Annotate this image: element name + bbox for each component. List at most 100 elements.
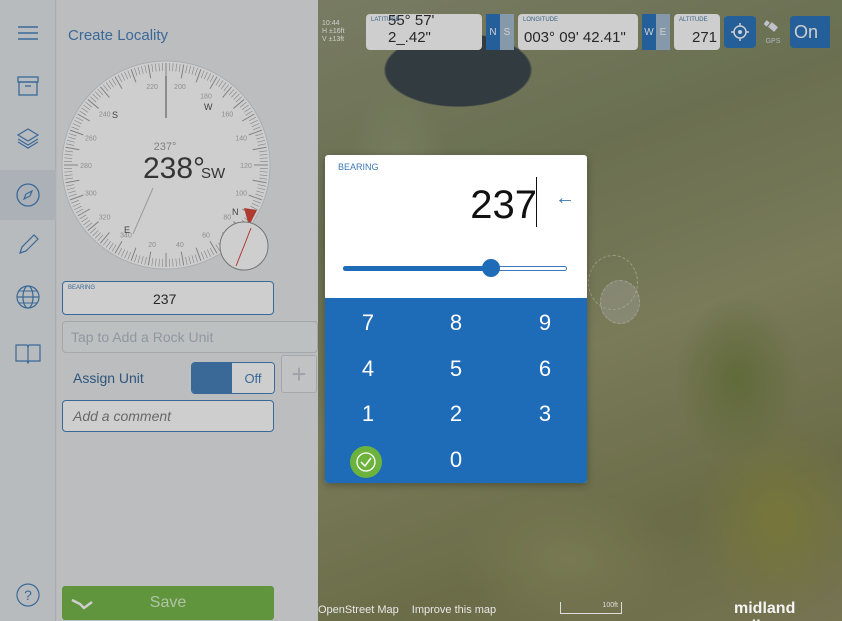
backspace-icon[interactable]: ← (555, 187, 575, 210)
west-button[interactable]: W (642, 14, 656, 50)
compass-dial[interactable]: 220 2001801601401201008060402034032030028… (61, 58, 271, 272)
map-attribution-text[interactable]: OpenStreet Map (318, 604, 399, 616)
bearing-value: 237 (153, 291, 177, 307)
east-button[interactable]: E (656, 14, 670, 50)
toggle-knob (192, 363, 232, 393)
locate-button[interactable] (724, 16, 756, 48)
key-8[interactable]: 8 (416, 310, 496, 336)
bearing-field[interactable]: BEARING 237 (62, 281, 274, 315)
hamburger-menu-icon (18, 26, 38, 40)
compass-ring-number: 140 (235, 136, 247, 143)
layers-icon (16, 128, 40, 149)
key-5[interactable]: 5 (416, 356, 496, 382)
toggle-state: Off (232, 363, 274, 393)
gps-bar: 10:44 H ±16ft V ±13ft LATITUDE 55° 57' 2… (318, 12, 842, 52)
compass-ring-number: 20 (148, 242, 156, 249)
longitude-label: LONGITUDE (523, 17, 559, 23)
locality-panel: Create Locality 220 200 180 160 140 120 100 80 6… (57, 0, 318, 621)
help-icon: ? (16, 583, 40, 607)
compass-ring-number: 80 (223, 214, 231, 221)
compass-ring-number: 300 (85, 190, 97, 197)
brand-logo: midland valley (734, 600, 796, 621)
compass-direction: SW (201, 165, 226, 182)
globe-button[interactable] (0, 272, 56, 322)
key-7[interactable]: 7 (328, 310, 408, 336)
north-button[interactable]: N (486, 14, 500, 50)
pencil-icon (19, 234, 39, 254)
assign-unit-toggle[interactable]: Off (191, 362, 275, 394)
gps-indicator: GPS (760, 19, 786, 45)
compass-ring-number: 40 (176, 242, 184, 249)
crosshair-icon (731, 23, 749, 41)
compass-cardinal-s: S (112, 110, 118, 120)
lat-hemisphere-toggle[interactable]: N S (486, 14, 514, 50)
notebook-button[interactable] (0, 328, 56, 378)
gps-v-accuracy: V ±13ft (322, 36, 345, 43)
text-cursor (536, 177, 537, 227)
key-0[interactable]: 0 (416, 447, 496, 473)
compass-ring-number: 220 (146, 84, 158, 91)
south-button[interactable]: S (500, 14, 514, 50)
key-1[interactable]: 1 (328, 401, 408, 427)
icon-rail: ? (0, 0, 56, 621)
altitude-value: 271 (692, 29, 718, 46)
gps-time: 10:44 (322, 20, 340, 27)
key-9[interactable]: 9 (505, 310, 585, 336)
bearing-label: BEARING (68, 285, 96, 291)
longitude-field[interactable]: LONGITUDE 003° 09' 42.41" (518, 14, 638, 50)
compass-ring-number: 200 (174, 84, 186, 91)
key-4[interactable]: 4 (328, 356, 408, 382)
compass-ring-number: 60 (202, 232, 210, 239)
key-6[interactable]: 6 (505, 356, 585, 382)
compass-ring-number: 160 (221, 112, 233, 119)
svg-text:?: ? (24, 587, 32, 603)
lon-hemisphere-toggle[interactable]: W E (642, 14, 670, 50)
map-scale: 100ft (560, 602, 622, 614)
rock-unit-input[interactable]: Tap to Add a Rock Unit (62, 321, 318, 353)
save-label: Save (149, 594, 187, 611)
comment-input[interactable]: Add a comment (62, 400, 274, 432)
latitude-label: LATITUDE (371, 17, 400, 23)
key-2[interactable]: 2 (416, 401, 496, 427)
key-3[interactable]: 3 (505, 401, 585, 427)
compass-ring-number: 240 (99, 112, 111, 119)
latitude-value: 55° 57' 2_.42" (388, 12, 435, 46)
altitude-field[interactable]: ALTITUDE 271 (674, 14, 720, 50)
layers-button[interactable] (0, 113, 56, 163)
compass-ring-number: 320 (99, 214, 111, 221)
dialog-label: BEARING (338, 162, 379, 172)
bearing-dialog: BEARING 237 ← 7 8 9 4 5 6 1 2 3 0 (325, 155, 587, 483)
menu-button[interactable] (0, 8, 56, 58)
compass-cardinal-e: E (124, 225, 130, 235)
improve-map-link[interactable]: Improve this map (412, 604, 496, 616)
compass-icon (16, 183, 40, 207)
book-icon (15, 344, 41, 364)
dialog-value: 237 (470, 183, 537, 227)
compass-ring-number: 260 (85, 136, 97, 143)
compass-ring-number: 180 (200, 94, 212, 101)
compass-ring-number: 120 (240, 163, 252, 170)
gps-accuracy: 10:44 H ±16ft V ±13ft (322, 20, 362, 44)
assign-unit-label: Assign Unit (73, 370, 144, 386)
draw-button[interactable] (0, 220, 56, 270)
archive-button[interactable] (0, 61, 56, 111)
add-unit-button[interactable]: + (281, 355, 317, 393)
gps-toggle[interactable]: On (790, 16, 830, 48)
compass-ring-number: 280 (80, 163, 92, 170)
save-button[interactable]: Save (62, 586, 274, 620)
map-accuracy-circle (600, 280, 640, 324)
satellite-icon (763, 19, 778, 32)
gps-label: GPS (765, 37, 781, 45)
compass-ring-number: 100 (235, 190, 247, 197)
longitude-value: 003° 09' 42.41" (524, 29, 626, 46)
compass-button[interactable] (0, 170, 56, 220)
bearing-slider-handle[interactable] (481, 259, 500, 277)
compass-cardinal-w: W (204, 102, 213, 112)
confirm-button[interactable] (350, 446, 382, 478)
bearing-slider-fill (343, 266, 491, 271)
altitude-label: ALTITUDE (679, 17, 708, 23)
help-button[interactable]: ? (0, 570, 56, 620)
latitude-field[interactable]: LATITUDE 55° 57' 2_.42" (366, 12, 482, 50)
panel-title: Create Locality (68, 27, 169, 44)
map-attribution: OpenStreet Map Improve this map (318, 604, 506, 616)
